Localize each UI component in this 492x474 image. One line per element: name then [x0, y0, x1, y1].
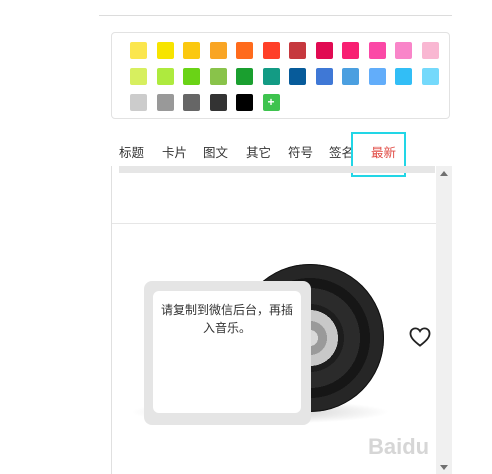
- color-swatch[interactable]: [209, 42, 227, 59]
- top-divider: [99, 15, 452, 16]
- color-swatch[interactable]: [368, 42, 386, 59]
- color-swatch[interactable]: [289, 68, 306, 85]
- color-swatch[interactable]: [156, 68, 174, 85]
- color-palette: +: [111, 32, 450, 119]
- color-swatch[interactable]: [262, 42, 280, 59]
- color-swatch[interactable]: [183, 68, 200, 85]
- scroll-up-arrow-icon[interactable]: [440, 171, 448, 176]
- color-swatch[interactable]: [395, 68, 412, 85]
- color-swatch[interactable]: [342, 68, 359, 85]
- color-swatch[interactable]: [342, 42, 359, 59]
- color-swatch[interactable]: [236, 42, 253, 59]
- color-swatch[interactable]: [315, 68, 333, 85]
- color-swatch[interactable]: [289, 42, 306, 59]
- color-swatch[interactable]: [183, 42, 200, 59]
- color-swatch[interactable]: [130, 94, 147, 111]
- tab-other[interactable]: 其它: [246, 140, 271, 166]
- color-swatch[interactable]: [262, 68, 280, 85]
- item-divider: [112, 223, 437, 224]
- color-swatch[interactable]: [130, 68, 147, 85]
- tab-card[interactable]: 卡片: [162, 140, 187, 166]
- color-swatch[interactable]: [156, 94, 174, 111]
- color-swatch[interactable]: [236, 94, 253, 111]
- music-card[interactable]: 请复制到微信后台，再插入音乐。: [144, 281, 311, 425]
- color-swatch[interactable]: [156, 42, 174, 59]
- music-card-text: 请复制到微信后台，再插入音乐。: [153, 291, 301, 413]
- color-swatch[interactable]: [236, 68, 253, 85]
- baidu-watermark: Baidu: [368, 428, 464, 470]
- color-swatch[interactable]: [368, 68, 386, 85]
- tab-symbol[interactable]: 符号: [288, 140, 313, 166]
- color-swatch[interactable]: [209, 94, 227, 111]
- add-color-button[interactable]: +: [262, 94, 280, 111]
- previous-item-edge: [119, 166, 435, 173]
- watermark-text: Baidu: [368, 434, 430, 459]
- tab-image-text[interactable]: 图文: [203, 140, 228, 166]
- color-swatch[interactable]: [209, 68, 227, 85]
- tab-title[interactable]: 标题: [119, 140, 144, 166]
- color-swatch[interactable]: [421, 68, 439, 85]
- color-swatch[interactable]: [130, 42, 147, 59]
- color-swatch[interactable]: [315, 42, 333, 59]
- heart-icon[interactable]: [409, 327, 431, 347]
- color-swatch[interactable]: [421, 42, 439, 59]
- color-swatch[interactable]: [395, 42, 412, 59]
- color-swatch[interactable]: [183, 94, 200, 111]
